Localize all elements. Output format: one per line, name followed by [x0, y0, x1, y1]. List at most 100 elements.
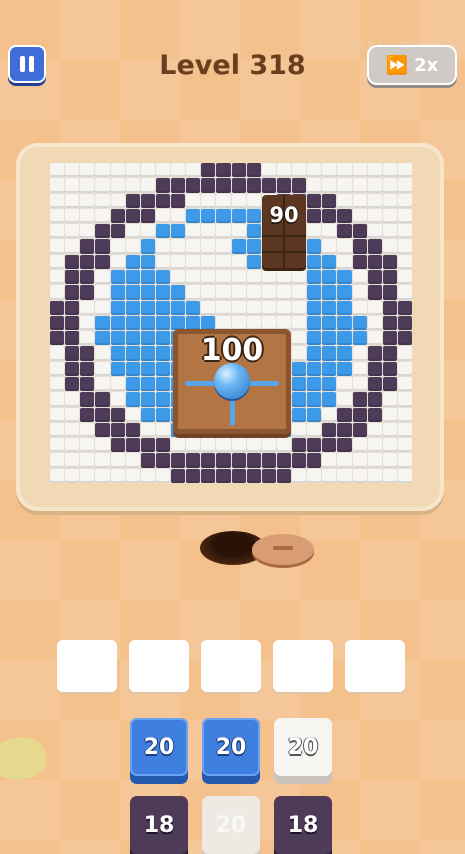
grid-cell	[50, 300, 65, 315]
grid-cell	[382, 315, 397, 331]
grid-cell	[307, 438, 322, 453]
grid-cell	[95, 422, 110, 438]
grid-cell	[155, 438, 170, 453]
queue-stack-back-3[interactable]: 18	[274, 796, 332, 854]
grid-cell	[80, 392, 95, 407]
grid-cell	[352, 438, 367, 453]
grid-cell	[80, 285, 95, 300]
grid-cell	[140, 407, 155, 422]
speed-label: 2x	[414, 54, 439, 76]
grid-cell	[155, 468, 170, 483]
grid-cell	[307, 285, 322, 300]
grid-cell	[50, 453, 65, 468]
grid-cell	[397, 331, 412, 346]
speed-button[interactable]: ⏩ 2x	[367, 45, 457, 85]
queue-stack-back-1[interactable]: 18	[130, 796, 188, 854]
grid-cell	[382, 193, 397, 208]
grid-cell	[125, 331, 140, 346]
grid-cell	[307, 376, 322, 392]
slot-tray	[57, 640, 405, 692]
grid-cell	[95, 361, 110, 376]
grid-cell	[261, 315, 276, 331]
grid-cell	[95, 315, 110, 331]
grid-cell	[367, 392, 382, 407]
grid-cell	[352, 346, 367, 361]
grid-cell	[125, 300, 140, 315]
empty-slot	[201, 640, 261, 692]
grid-cell	[382, 361, 397, 376]
grid-cell	[201, 285, 216, 300]
grid-cell	[50, 438, 65, 453]
grid-cell	[246, 315, 261, 331]
grid-cell	[110, 208, 125, 224]
grid-cell	[110, 224, 125, 239]
grid-cell	[95, 163, 110, 178]
grid-cell	[261, 285, 276, 300]
piece-90-block[interactable]: 90	[262, 195, 306, 268]
queue-stack-front-2[interactable]: 20	[202, 718, 260, 776]
grid-cell	[171, 178, 186, 193]
grid-cell	[110, 193, 125, 208]
grid-cell	[155, 422, 170, 438]
grid-cell	[352, 392, 367, 407]
grid-cell	[397, 239, 412, 254]
grid-cell	[110, 438, 125, 453]
grid-cell	[397, 453, 412, 468]
grid-cell	[80, 193, 95, 208]
grid-cell	[337, 178, 352, 193]
grid-cell	[367, 453, 382, 468]
grid-cell	[322, 376, 337, 392]
leaf-decoration	[0, 732, 50, 786]
grid-cell	[337, 285, 352, 300]
grid-cell	[95, 285, 110, 300]
grid-cell	[292, 163, 307, 178]
grid-cell	[337, 193, 352, 208]
grid-cell	[307, 468, 322, 483]
grid-cell	[246, 239, 261, 254]
grid-cell	[125, 269, 140, 285]
grid-cell	[125, 453, 140, 468]
grid-cell	[261, 163, 276, 178]
grid-cell	[65, 361, 80, 376]
grid-cell	[110, 346, 125, 361]
grid-cell	[397, 468, 412, 483]
grid-cell	[246, 178, 261, 193]
grid-cell	[216, 239, 231, 254]
grid-cell	[140, 163, 155, 178]
grid-cell	[110, 300, 125, 315]
grid-cell	[171, 208, 186, 224]
grid-cell	[352, 407, 367, 422]
queue-stack-back-2[interactable]: 20	[202, 796, 260, 854]
grid-cell	[352, 239, 367, 254]
grid-cell	[155, 269, 170, 285]
grid-cell	[246, 193, 261, 208]
grid-cell	[382, 254, 397, 269]
grid-cell	[337, 422, 352, 438]
queue-stack-front-3[interactable]: 20	[274, 718, 332, 776]
queue-stack-front-1[interactable]: 20	[130, 718, 188, 776]
grid-cell	[322, 285, 337, 300]
grid-cell	[95, 438, 110, 453]
grid-cell	[292, 468, 307, 483]
grid-cell	[352, 300, 367, 315]
grid-cell	[125, 468, 140, 483]
grid-cell	[307, 315, 322, 331]
grid-cell	[367, 422, 382, 438]
grid-cell	[50, 422, 65, 438]
grid-cell	[50, 224, 65, 239]
grid-cell	[382, 224, 397, 239]
grid-cell	[125, 438, 140, 453]
piece-100-block[interactable]: 100	[173, 329, 291, 434]
grid-cell	[322, 269, 337, 285]
grid-cell	[140, 361, 155, 376]
grid-cell	[231, 224, 246, 239]
grid-cell	[110, 422, 125, 438]
grid-cell	[65, 438, 80, 453]
grid-cell	[201, 300, 216, 315]
grid-cell	[50, 468, 65, 483]
grid-cell	[337, 392, 352, 407]
grid-cell	[367, 361, 382, 376]
grid-cell	[125, 224, 140, 239]
grid-cell	[246, 453, 261, 468]
grid-cell	[246, 285, 261, 300]
